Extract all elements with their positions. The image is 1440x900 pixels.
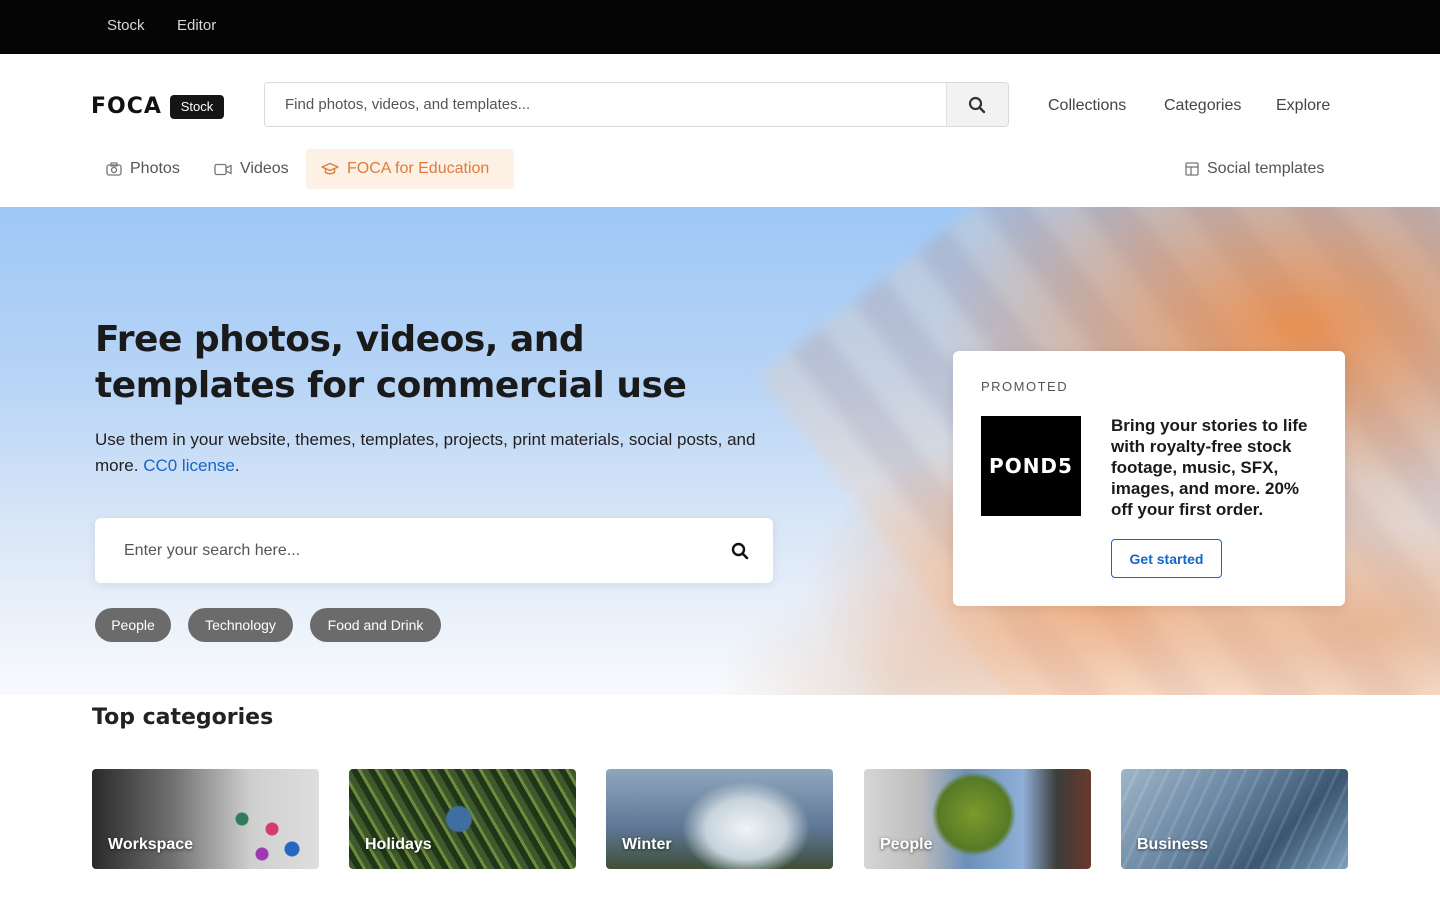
subnav-education-label: FOCA for Education <box>347 160 490 177</box>
top-bar: Stock Editor <box>0 0 1440 54</box>
promoted-label: PROMOTED <box>981 379 1069 394</box>
subnav-social-templates[interactable]: Social templates <box>1185 160 1324 178</box>
chip-people[interactable]: People <box>95 608 171 642</box>
pond5-logo[interactable]: POND5 <box>981 416 1081 516</box>
category-card-holidays[interactable]: Holidays <box>349 769 576 869</box>
template-icon <box>1185 162 1199 176</box>
subnav-videos-label: Videos <box>240 160 289 177</box>
site-header: FOCA Stock Collections Categories Explor… <box>0 54 1440 207</box>
category-label: Holidays <box>365 836 432 853</box>
chip-technology[interactable]: Technology <box>188 608 293 642</box>
get-started-button[interactable]: Get started <box>1111 539 1222 578</box>
nav-explore[interactable]: Explore <box>1276 97 1330 115</box>
subnav-education[interactable]: FOCA for Education <box>321 160 489 178</box>
header-search <box>264 82 1009 127</box>
chip-food-and-drink[interactable]: Food and Drink <box>310 608 441 642</box>
hero-section: Free photos, videos, and templates for c… <box>0 207 1440 695</box>
cc0-license-link[interactable]: CC0 license <box>143 456 235 475</box>
graduation-cap-icon <box>321 162 339 176</box>
nav-collections[interactable]: Collections <box>1048 97 1126 115</box>
category-label: People <box>880 836 933 853</box>
hero-search-input[interactable] <box>95 518 705 583</box>
promo-text: Bring your stories to life with royalty-… <box>1111 416 1308 519</box>
promoted-card: PROMOTED POND5 Bring your stories to lif… <box>953 351 1345 606</box>
topbar-link-editor[interactable]: Editor <box>177 17 216 34</box>
subnav-photos[interactable]: Photos <box>106 160 180 178</box>
category-label: Workspace <box>108 836 194 853</box>
search-icon <box>731 542 749 560</box>
top-categories-title: Top categories <box>92 705 274 730</box>
category-card-business[interactable]: Business <box>1121 769 1348 869</box>
logo-badge: Stock <box>170 95 224 119</box>
camera-icon <box>106 162 122 176</box>
hero-subtitle-period: . <box>234 456 240 475</box>
header-search-button[interactable] <box>946 83 1008 126</box>
video-camera-icon <box>214 163 232 176</box>
category-card-winter[interactable]: Winter <box>606 769 833 869</box>
hero-search-button[interactable] <box>727 538 753 564</box>
hero-title: Free photos, videos, and templates for c… <box>95 319 687 406</box>
topbar-link-stock[interactable]: Stock <box>107 17 145 34</box>
subnav-videos[interactable]: Videos <box>214 160 289 178</box>
subnav-social-label: Social templates <box>1207 160 1325 177</box>
search-icon <box>968 96 986 114</box>
nav-categories[interactable]: Categories <box>1164 97 1241 115</box>
subnav-photos-label: Photos <box>130 160 180 177</box>
header-search-input[interactable] <box>265 83 946 126</box>
category-card-workspace[interactable]: Workspace <box>92 769 319 869</box>
logo[interactable]: FOCA <box>91 94 162 119</box>
category-card-people[interactable]: People <box>864 769 1091 869</box>
hero-subtitle: Use them in your website, themes, templa… <box>95 427 795 479</box>
hero-search <box>95 518 773 583</box>
category-label: Business <box>1137 836 1209 853</box>
category-label: Winter <box>622 836 672 853</box>
